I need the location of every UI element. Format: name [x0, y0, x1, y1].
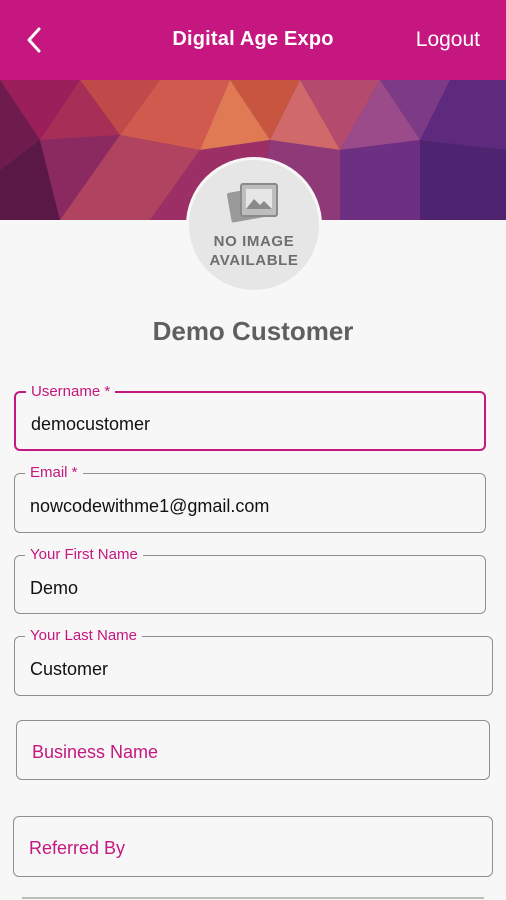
app-bar: Digital Age Expo Logout	[0, 0, 506, 80]
logout-button[interactable]: Logout	[416, 28, 480, 52]
first-name-label: Your First Name	[25, 546, 143, 564]
profile-name: Demo Customer	[152, 316, 354, 346]
email-field[interactable]: Email * nowcodewithme1@gmail.com	[14, 464, 486, 533]
first-name-value: Demo	[30, 578, 79, 598]
username-value: democustomer	[31, 414, 151, 434]
next-field-edge	[22, 897, 484, 899]
last-name-field[interactable]: Your Last Name Customer	[14, 627, 493, 696]
first-name-field[interactable]: Your First Name Demo	[14, 546, 486, 614]
email-label: Email *	[25, 464, 83, 482]
no-image-text: NO IMAGE AVAILABLE	[209, 233, 299, 269]
username-label: Username *	[26, 383, 116, 401]
email-value: nowcodewithme1@gmail.com	[30, 496, 270, 516]
username-field[interactable]: Username * democustomer	[14, 383, 486, 451]
last-name-label: Your Last Name	[25, 627, 143, 645]
referred-by-placeholder: Referred By	[29, 838, 126, 858]
last-name-value: Customer	[30, 659, 109, 679]
avatar[interactable]: NO IMAGE AVAILABLE	[186, 157, 322, 293]
business-name-placeholder: Business Name	[32, 742, 159, 762]
referred-by-field[interactable]: Referred By	[13, 816, 493, 877]
photo-placeholder-icon	[227, 183, 278, 223]
business-name-field[interactable]: Business Name	[16, 720, 490, 780]
